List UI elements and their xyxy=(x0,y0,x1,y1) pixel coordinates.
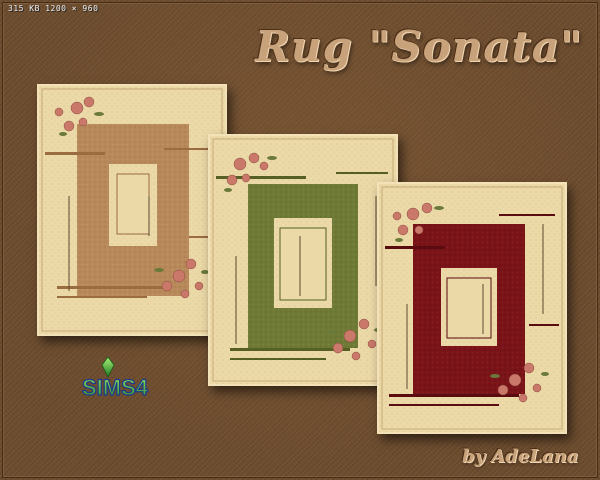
rug-red-graphic xyxy=(379,184,565,432)
sims4-logo-text: SIMS4 xyxy=(82,375,149,400)
sims4-logo: SIMS4 xyxy=(78,355,160,405)
author-byline: by AdeLana xyxy=(462,446,579,467)
rug-green-graphic xyxy=(210,136,396,384)
rug-green xyxy=(208,134,398,386)
page-title: Rug "Sonata" xyxy=(255,22,583,71)
image-info-label: 315 KB 1200 × 960 xyxy=(8,4,99,13)
sims4-logo-graphic: SIMS4 xyxy=(81,356,149,401)
rug-tan-graphic xyxy=(39,86,225,334)
rug-tan xyxy=(37,84,227,336)
rug-red xyxy=(377,182,567,434)
